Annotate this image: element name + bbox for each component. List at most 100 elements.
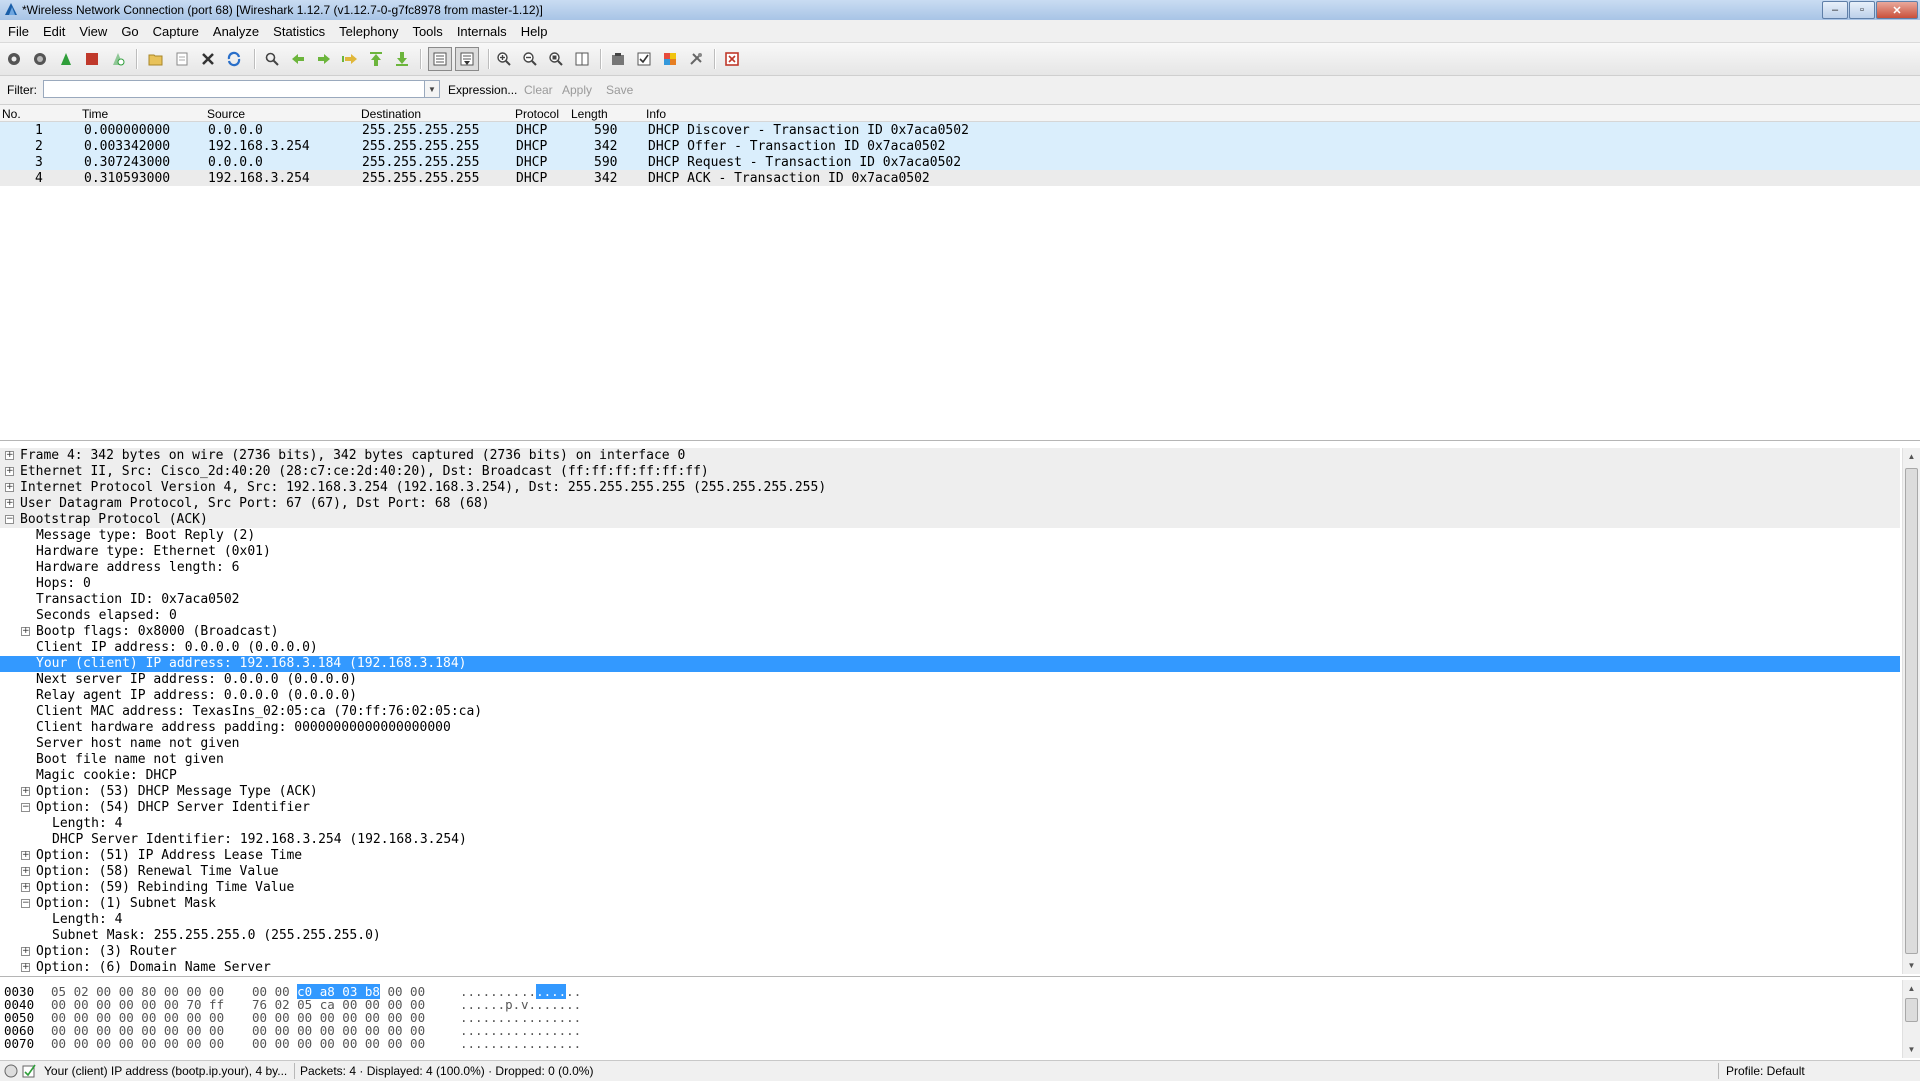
detail-row[interactable]: Length: 4	[0, 816, 1900, 832]
column-header-time[interactable]: Time	[82, 107, 108, 121]
detail-row[interactable]: + Bootp flags: 0x8000 (Broadcast)	[0, 624, 1900, 640]
zoom-in-icon[interactable]	[494, 49, 514, 69]
detail-row[interactable]: Length: 4	[0, 912, 1900, 928]
detail-row[interactable]: Message type: Boot Reply (2)	[0, 528, 1900, 544]
resize-columns-icon[interactable]	[572, 49, 592, 69]
menu-tools[interactable]: Tools	[405, 20, 449, 42]
expand-icon[interactable]: +	[21, 963, 30, 972]
expand-icon[interactable]: +	[21, 867, 30, 876]
close-button[interactable]: ✕	[1876, 1, 1918, 19]
expand-icon[interactable]: +	[21, 851, 30, 860]
packet-row[interactable]: 2 0.003342000 192.168.3.254 255.255.255.255…	[0, 138, 1920, 154]
go-forward-icon[interactable]	[314, 49, 334, 69]
detail-row[interactable]: Your (client) IP address: 192.168.3.184 …	[0, 656, 1900, 672]
help-icon[interactable]	[722, 49, 742, 69]
detail-row[interactable]: Transaction ID: 0x7aca0502	[0, 592, 1900, 608]
column-header-destination[interactable]: Destination	[361, 107, 421, 121]
menu-help[interactable]: Help	[514, 20, 555, 42]
find-packet-icon[interactable]	[262, 49, 282, 69]
details-scrollbar[interactable]: ▲ ▼	[1902, 448, 1920, 974]
packet-row[interactable]: 3 0.307243000 0.0.0.0 255.255.255.255 DHCP 59…	[0, 154, 1920, 170]
detail-row[interactable]: Seconds elapsed: 0	[0, 608, 1900, 624]
expert-info-icon[interactable]	[4, 1064, 18, 1078]
display-filter-input[interactable]	[43, 80, 429, 98]
stop-capture-icon[interactable]	[82, 49, 102, 69]
detail-row[interactable]: Hardware type: Ethernet (0x01)	[0, 544, 1900, 560]
detail-row[interactable]: + User Datagram Protocol, Src Port: 67 (6…	[0, 496, 1900, 512]
detail-row[interactable]: + Option: (3) Router	[0, 944, 1900, 960]
menu-file[interactable]: File	[0, 20, 36, 42]
apply-button[interactable]: Apply	[562, 83, 592, 97]
detail-row[interactable]: Relay agent IP address: 0.0.0.0 (0.0.0.0…	[0, 688, 1900, 704]
profile-text[interactable]: Profile: Default	[1726, 1064, 1805, 1078]
go-to-packet-icon[interactable]	[340, 49, 360, 69]
detail-row[interactable]: + Option: (53) DHCP Message Type (ACK)	[0, 784, 1900, 800]
detail-row[interactable]: − Bootstrap Protocol (ACK)	[0, 512, 1900, 528]
collapse-icon[interactable]: −	[21, 803, 30, 812]
expand-icon[interactable]: +	[21, 787, 30, 796]
detail-row[interactable]: Magic cookie: DHCP	[0, 768, 1900, 784]
packet-bytes-pane[interactable]: 0030 05 02 00 00 80 00 00 00 00 00 c0 a8 0…	[0, 978, 1920, 1060]
preferences-icon[interactable]	[686, 49, 706, 69]
menu-analyze[interactable]: Analyze	[206, 20, 266, 42]
column-header-length[interactable]: Length	[571, 107, 608, 121]
collapse-icon[interactable]: −	[5, 515, 14, 524]
expand-icon[interactable]: +	[5, 467, 14, 476]
packet-row[interactable]: 1 0.000000000 0.0.0.0 255.255.255.255 DHCP 59…	[0, 122, 1920, 138]
open-file-icon[interactable]	[146, 49, 166, 69]
colorize-list-icon[interactable]	[428, 47, 452, 71]
save-filter-button[interactable]: Save	[606, 83, 633, 97]
coloring-rules-icon[interactable]	[660, 49, 680, 69]
expand-icon[interactable]: +	[5, 499, 14, 508]
capture-options-icon[interactable]	[30, 49, 50, 69]
start-capture-icon[interactable]	[56, 49, 76, 69]
detail-row[interactable]: + Option: (51) IP Address Lease Time	[0, 848, 1900, 864]
menu-view[interactable]: View	[72, 20, 114, 42]
go-first-packet-icon[interactable]	[366, 49, 386, 69]
detail-row[interactable]: Subnet Mask: 255.255.255.0 (255.255.255.…	[0, 928, 1900, 944]
detail-row[interactable]: − Option: (54) DHCP Server Identifier	[0, 800, 1900, 816]
detail-row[interactable]: Boot file name not given	[0, 752, 1900, 768]
packet-list-pane[interactable]: No. Time Source Destination Protocol Length In…	[0, 105, 1920, 441]
column-header-protocol[interactable]: Protocol	[515, 107, 559, 121]
scroll-up-icon[interactable]: ▲	[1903, 448, 1920, 465]
menu-statistics[interactable]: Statistics	[266, 20, 332, 42]
detail-row[interactable]: Next server IP address: 0.0.0.0 (0.0.0.0…	[0, 672, 1900, 688]
packet-details-pane[interactable]: + Frame 4: 342 bytes on wire (2736 bits),…	[0, 442, 1920, 977]
save-file-icon[interactable]	[172, 49, 192, 69]
detail-row[interactable]: Hops: 0	[0, 576, 1900, 592]
menu-internals[interactable]: Internals	[450, 20, 514, 42]
column-header-info[interactable]: Info	[646, 107, 666, 121]
close-file-icon[interactable]	[198, 49, 218, 69]
menu-telephony[interactable]: Telephony	[332, 20, 405, 42]
menu-go[interactable]: Go	[114, 20, 145, 42]
collapse-icon[interactable]: −	[21, 899, 30, 908]
detail-row[interactable]: + Ethernet II, Src: Cisco_2d:40:20 (28:c7…	[0, 464, 1900, 480]
expression-button[interactable]: Expression...	[448, 83, 517, 97]
restart-capture-icon[interactable]	[108, 49, 128, 69]
expand-icon[interactable]: +	[21, 627, 30, 636]
detail-row[interactable]: + Option: (58) Renewal Time Value	[0, 864, 1900, 880]
capture-comments-icon[interactable]	[22, 1064, 36, 1078]
expand-icon[interactable]: +	[21, 883, 30, 892]
detail-row[interactable]: + Option: (59) Rebinding Time Value	[0, 880, 1900, 896]
scroll-down-icon[interactable]: ▼	[1903, 957, 1920, 974]
detail-row[interactable]: Client MAC address: TexasIns_02:05:ca (7…	[0, 704, 1900, 720]
go-last-packet-icon[interactable]	[392, 49, 412, 69]
bytes-scroll-thumb[interactable]	[1905, 998, 1918, 1022]
detail-row[interactable]: − Option: (1) Subnet Mask	[0, 896, 1900, 912]
bytes-scroll-down-icon[interactable]: ▼	[1903, 1041, 1920, 1058]
display-filters-icon[interactable]	[634, 49, 654, 69]
expand-icon[interactable]: +	[5, 451, 14, 460]
detail-row[interactable]: Server host name not given	[0, 736, 1900, 752]
bytes-scroll-up-icon[interactable]: ▲	[1903, 980, 1920, 997]
detail-row[interactable]: + Option: (6) Domain Name Server	[0, 960, 1900, 976]
auto-scroll-icon[interactable]	[455, 47, 479, 71]
detail-row[interactable]: + Internet Protocol Version 4, Src: 192.1…	[0, 480, 1900, 496]
menu-edit[interactable]: Edit	[36, 20, 72, 42]
clear-button[interactable]: Clear	[524, 83, 553, 97]
packet-row[interactable]: 4 0.310593000 192.168.3.254 255.255.255.255…	[0, 170, 1920, 186]
reload-icon[interactable]	[224, 49, 244, 69]
bytes-scrollbar[interactable]: ▲ ▼	[1902, 980, 1920, 1058]
detail-row[interactable]: Hardware address length: 6	[0, 560, 1900, 576]
